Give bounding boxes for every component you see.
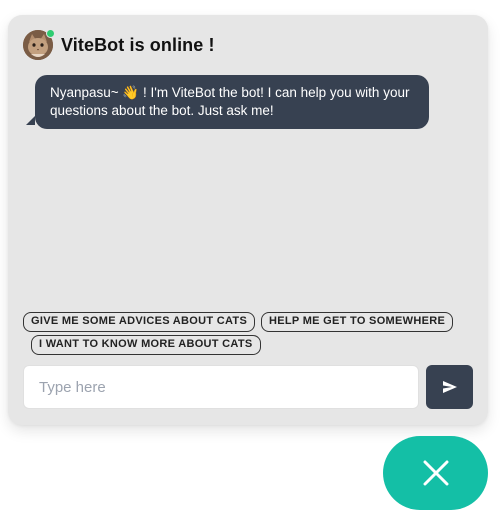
- chat-header: ViteBot is online !: [23, 29, 215, 60]
- chat-window: ViteBot is online ! Nyanpasu~ 👋 ! I'm Vi…: [8, 15, 488, 425]
- bot-message: Nyanpasu~ 👋 ! I'm ViteBot the bot! I can…: [35, 75, 429, 129]
- close-chat-button[interactable]: [383, 436, 488, 510]
- message-tail: [26, 116, 35, 125]
- message-input[interactable]: [23, 365, 419, 409]
- send-icon: [442, 381, 457, 393]
- suggestion-chip-directions[interactable]: HELP ME GET TO SOMEWHERE: [261, 312, 454, 332]
- send-button[interactable]: [426, 365, 473, 409]
- suggestion-chip-cat-info[interactable]: I WANT TO KNOW MORE ABOUT CATS: [31, 335, 261, 355]
- online-status-dot: [46, 29, 55, 38]
- chat-title: ViteBot is online !: [61, 34, 215, 55]
- close-icon: [423, 460, 448, 486]
- suggestion-chip-cat-advice[interactable]: GIVE ME SOME ADVICES ABOUT CATS: [23, 312, 256, 332]
- cat-avatar-icon: [23, 29, 55, 60]
